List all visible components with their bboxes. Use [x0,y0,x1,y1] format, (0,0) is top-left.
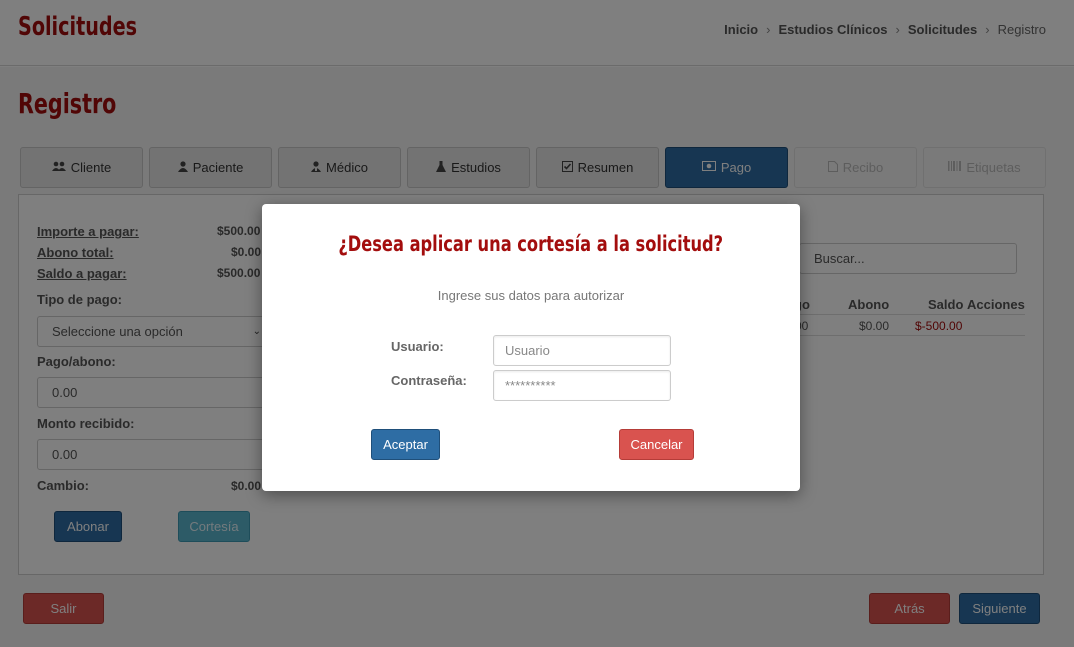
cancelar-button[interactable]: Cancelar [619,429,694,460]
cortesia-modal: ¿Desea aplicar una cortesía a la solicit… [262,204,800,491]
modal-title: ¿Desea aplicar una cortesía a la solicit… [262,232,800,256]
password-input[interactable]: ********** [493,370,671,401]
usuario-input[interactable]: Usuario [493,335,671,366]
aceptar-button[interactable]: Aceptar [371,429,440,460]
modal-subtitle: Ingrese sus datos para autorizar [437,288,625,303]
modal-title-text: ¿Desea aplicar una cortesía a la solicit… [338,232,724,256]
usuario-label: Usuario: [391,339,444,354]
password-label: Contraseña: [391,373,467,388]
